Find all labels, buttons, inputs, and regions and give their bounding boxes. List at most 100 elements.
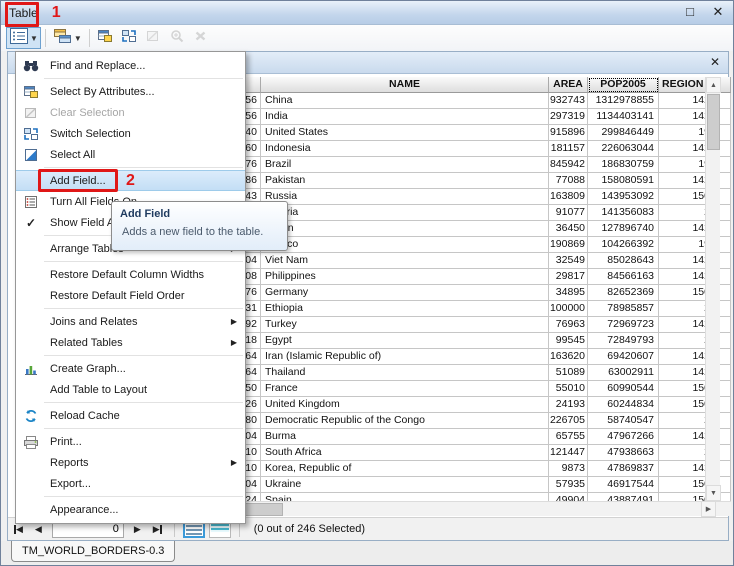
cell-pop2005[interactable]: 60244834: [588, 397, 659, 413]
vertical-scrollbar[interactable]: ▲ ▼: [705, 77, 720, 501]
cell-name[interactable]: Korea, Republic of: [261, 461, 549, 477]
cell-pop2005[interactable]: 78985857: [588, 301, 659, 317]
cell-pop2005[interactable]: 43887491: [588, 493, 659, 501]
menu-item-joins-and-relates[interactable]: Joins and Relates▶: [16, 311, 245, 332]
cell-name[interactable]: Philippines: [261, 269, 549, 285]
menu-item-find-and-replace[interactable]: Find and Replace...: [16, 55, 245, 76]
cell-name[interactable]: Egypt: [261, 333, 549, 349]
table-row[interactable]: 76Brazil84594218683075919: [187, 157, 731, 173]
cell-pop2005[interactable]: 72849793: [588, 333, 659, 349]
menu-item-add-table-to-layout[interactable]: Add Table to Layout: [16, 379, 245, 400]
cell-name[interactable]: China: [261, 93, 549, 109]
cell-region[interactable]: 2: [659, 301, 731, 317]
table-options-button[interactable]: ▼: [6, 27, 41, 49]
cell-region[interactable]: 150: [659, 285, 731, 301]
cell-area[interactable]: 190869: [549, 237, 588, 253]
menu-item-select-by-attributes[interactable]: Select By Attributes...: [16, 81, 245, 102]
cell-pop2005[interactable]: 60990544: [588, 381, 659, 397]
cell-pop2005[interactable]: 143953092: [588, 189, 659, 205]
clear-selection-button[interactable]: [142, 27, 164, 49]
first-record-button[interactable]: ◀: [14, 524, 23, 534]
cell-region[interactable]: 142: [659, 141, 731, 157]
cell-area[interactable]: 915896: [549, 125, 588, 141]
cell-pop2005[interactable]: 47869837: [588, 461, 659, 477]
cell-name[interactable]: United Kingdom: [261, 397, 549, 413]
cell-region[interactable]: 142: [659, 317, 731, 333]
cell-name[interactable]: Germany: [261, 285, 549, 301]
cell-pop2005[interactable]: 1312978855: [588, 93, 659, 109]
cell-region[interactable]: 142: [659, 461, 731, 477]
table-row[interactable]: 180Democratic Republic of the Congo22670…: [187, 413, 731, 429]
cell-pop2005[interactable]: 72969723: [588, 317, 659, 333]
cell-region[interactable]: 2: [659, 333, 731, 349]
cell-name[interactable]: Turkey: [261, 317, 549, 333]
cell-area[interactable]: 163620: [549, 349, 588, 365]
cell-area[interactable]: 181157: [549, 141, 588, 157]
related-tables-button[interactable]: ▼: [50, 27, 85, 49]
next-record-button[interactable]: ▶: [134, 524, 141, 534]
pane-close-icon[interactable]: ✕: [710, 55, 720, 69]
cell-region[interactable]: 142: [659, 253, 731, 269]
table-row[interactable]: 840United States91589629984644919: [187, 125, 731, 141]
dropdown-caret-icon[interactable]: ▼: [74, 34, 82, 43]
title-bar[interactable]: Table 1 □✕: [1, 1, 734, 25]
menu-item-create-graph[interactable]: Create Graph...: [16, 358, 245, 379]
vertical-scroll-thumb[interactable]: [707, 94, 720, 150]
table-row[interactable]: 410Korea, Republic of987347869837142: [187, 461, 731, 477]
menu-item-related-tables[interactable]: Related Tables▶: [16, 332, 245, 353]
cell-area[interactable]: 163809: [549, 189, 588, 205]
cell-region[interactable]: 2: [659, 445, 731, 461]
cell-name[interactable]: France: [261, 381, 549, 397]
cell-area[interactable]: 51089: [549, 365, 588, 381]
cell-pop2005[interactable]: 82652369: [588, 285, 659, 301]
cell-region[interactable]: 2: [659, 413, 731, 429]
cell-area[interactable]: 91077: [549, 205, 588, 221]
cell-area[interactable]: 24193: [549, 397, 588, 413]
cell-area[interactable]: 57935: [549, 477, 588, 493]
cell-name[interactable]: Thailand: [261, 365, 549, 381]
cell-name[interactable]: Nigeria: [261, 205, 549, 221]
menu-item-select-all[interactable]: Select All: [16, 144, 245, 165]
menu-item-reload-cache[interactable]: Reload Cache: [16, 405, 245, 426]
cell-pop2005[interactable]: 226063044: [588, 141, 659, 157]
cell-region[interactable]: 142: [659, 349, 731, 365]
table-row[interactable]: 586Pakistan77088158080591142: [187, 173, 731, 189]
cell-area[interactable]: 9873: [549, 461, 588, 477]
cell-region[interactable]: 150: [659, 189, 731, 205]
cell-name[interactable]: Indonesia: [261, 141, 549, 157]
table-row[interactable]: 276Germany3489582652369150: [187, 285, 731, 301]
cell-pop2005[interactable]: 47938663: [588, 445, 659, 461]
cell-pop2005[interactable]: 84566163: [588, 269, 659, 285]
cell-name[interactable]: Viet Nam: [261, 253, 549, 269]
table-row[interactable]: 764Thailand5108963002911142: [187, 365, 731, 381]
cell-name[interactable]: Ethiopia: [261, 301, 549, 317]
menu-item-restore-default-column-widths[interactable]: Restore Default Column Widths: [16, 264, 245, 285]
cell-area[interactable]: 99545: [549, 333, 588, 349]
horizontal-scrollbar[interactable]: ▶: [187, 501, 731, 516]
cell-area[interactable]: 32549: [549, 253, 588, 269]
cell-area[interactable]: 65755: [549, 429, 588, 445]
menu-item-print[interactable]: Print...: [16, 431, 245, 452]
cell-name[interactable]: Pakistan: [261, 173, 549, 189]
column-header-pop2005[interactable]: POP2005: [588, 77, 659, 93]
table-row[interactable]: 710South Africa121447479386632: [187, 445, 731, 461]
table-row[interactable]: 360Indonesia181157226063044142: [187, 141, 731, 157]
cell-area[interactable]: 55010: [549, 381, 588, 397]
cell-region[interactable]: 142: [659, 109, 731, 125]
table-row[interactable]: 704Viet Nam3254985028643142: [187, 253, 731, 269]
cell-area[interactable]: 29817: [549, 269, 588, 285]
cell-name[interactable]: Russia: [261, 189, 549, 205]
scroll-up-icon[interactable]: ▲: [706, 77, 721, 93]
cell-name[interactable]: India: [261, 109, 549, 125]
cell-pop2005[interactable]: 141356083: [588, 205, 659, 221]
cell-pop2005[interactable]: 1134403141: [588, 109, 659, 125]
cell-name[interactable]: United States: [261, 125, 549, 141]
menu-item-appearance[interactable]: Appearance...: [16, 499, 245, 520]
cell-pop2005[interactable]: 69420607: [588, 349, 659, 365]
cell-region[interactable]: 150: [659, 381, 731, 397]
cell-area[interactable]: 226705: [549, 413, 588, 429]
cell-name[interactable]: South Africa: [261, 445, 549, 461]
cell-name[interactable]: Mexico: [261, 237, 549, 253]
cell-region[interactable]: 19: [659, 237, 731, 253]
cell-region[interactable]: 142: [659, 221, 731, 237]
